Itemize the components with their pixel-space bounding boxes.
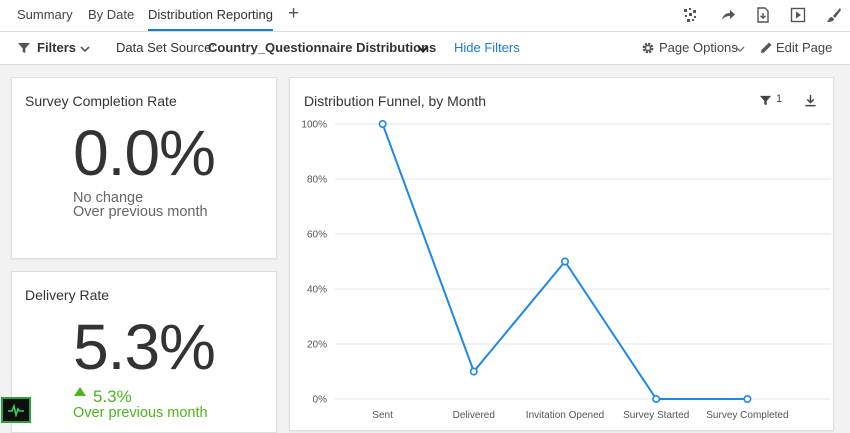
x-category-label: Invitation Opened: [526, 410, 604, 421]
trend-up-icon: [74, 387, 86, 396]
x-category-label: Delivered: [453, 410, 495, 421]
data-point[interactable]: [378, 119, 387, 128]
x-category-label: Sent: [372, 410, 393, 421]
tab-bar: Summary By Date Distribution Reporting +: [0, 0, 850, 32]
share-icon[interactable]: [720, 7, 736, 23]
filters-button[interactable]: Filters: [37, 32, 76, 64]
page-options-button[interactable]: Page Options: [659, 32, 738, 64]
dataset-chevron-down-icon[interactable]: [416, 42, 430, 56]
pencil-icon[interactable]: [759, 41, 773, 55]
y-tick-label: 60%: [307, 230, 327, 241]
delivery-rate-card: Delivery Rate 5.3% 5.3% Over previous mo…: [11, 271, 277, 433]
y-tick-label: 100%: [301, 120, 327, 131]
brush-icon[interactable]: [826, 7, 842, 23]
card-title: Survey Completion Rate: [25, 93, 177, 109]
tab-by-date[interactable]: By Date: [88, 0, 134, 31]
x-category-label: Survey Completed: [706, 410, 788, 421]
dataset-source-label: Data Set Source:: [116, 40, 215, 55]
metric-value: 0.0%: [73, 117, 216, 189]
tab-summary[interactable]: Summary: [17, 0, 73, 31]
card-title: Delivery Rate: [25, 287, 110, 303]
qr-scatter-icon[interactable]: [683, 7, 699, 23]
metric-change: 5.3%: [93, 387, 132, 406]
pulse-icon: [8, 403, 24, 417]
edit-page-button[interactable]: Edit Page: [776, 32, 832, 64]
y-tick-label: 20%: [307, 340, 327, 351]
data-point[interactable]: [652, 394, 661, 403]
y-tick-label: 0%: [313, 395, 328, 406]
data-point[interactable]: [743, 394, 752, 403]
filter-bar: Filters Data Set Source: Country_Questio…: [0, 32, 850, 65]
present-play-icon[interactable]: [790, 7, 806, 23]
page-options-chevron-icon[interactable]: [733, 42, 747, 56]
y-tick-label: 40%: [307, 285, 327, 296]
data-point[interactable]: [560, 257, 569, 266]
tab-distribution-reporting[interactable]: Distribution Reporting: [148, 0, 274, 31]
add-tab-plus-icon[interactable]: +: [288, 3, 299, 25]
funnel-line-chart: 100% 80% 60% 40% 20% 0% Sent Delivered Invitatio…: [301, 119, 831, 421]
chevron-down-icon[interactable]: [78, 42, 92, 56]
metric-period: Over previous month: [73, 405, 208, 421]
metric-value: 5.3%: [73, 311, 216, 383]
y-tick-label: 80%: [307, 175, 327, 186]
filter-icon[interactable]: [17, 41, 31, 55]
survey-completion-card: Survey Completion Rate 0.0% No change Ov…: [11, 77, 277, 259]
distribution-funnel-card: Distribution Funnel, by Month 1 100% 80% 6…: [289, 77, 834, 431]
dataset-source-select[interactable]: Country_Questionnaire Distributions: [208, 32, 436, 64]
gear-icon[interactable]: [641, 41, 655, 55]
activity-pulse-button[interactable]: [1, 397, 31, 423]
metric-period: Over previous month: [73, 204, 208, 220]
x-category-label: Survey Started: [623, 410, 689, 421]
export-download-icon[interactable]: [755, 7, 771, 23]
hide-filters-link[interactable]: Hide Filters: [454, 32, 520, 64]
data-point[interactable]: [469, 367, 478, 376]
